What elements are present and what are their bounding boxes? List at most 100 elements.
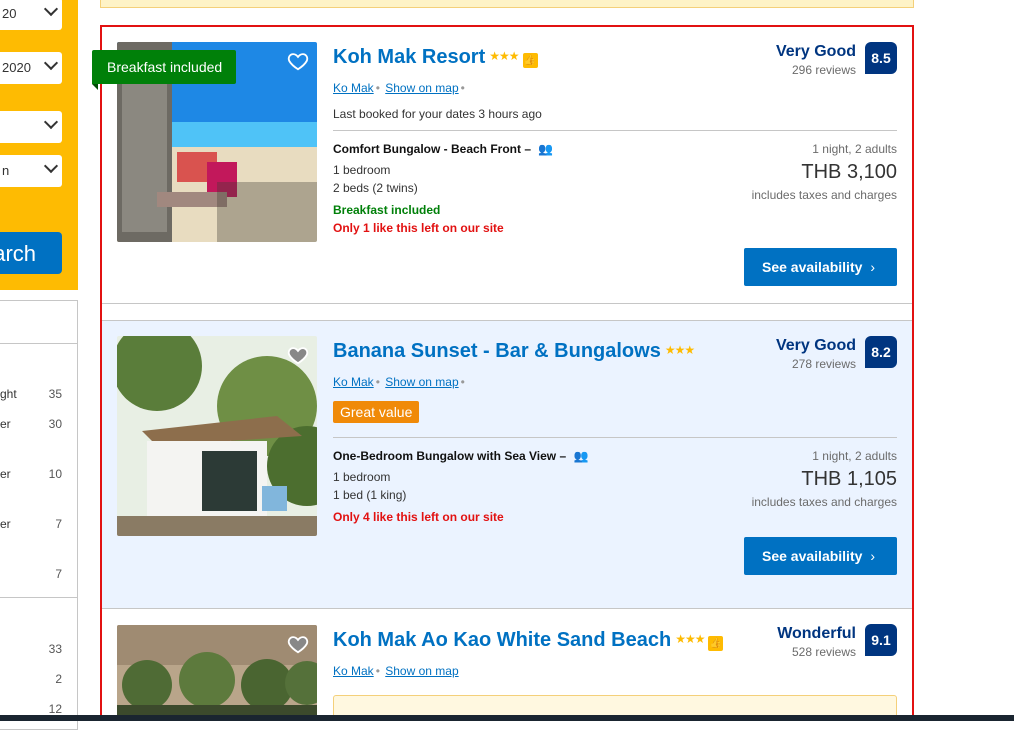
see-availability-label: See availability bbox=[762, 548, 863, 564]
dash: – bbox=[524, 142, 535, 156]
review-score-badge[interactable]: 8.2 bbox=[865, 336, 897, 368]
rooms-select[interactable]: n bbox=[0, 155, 62, 187]
filter-panel: ght 35 er 30 er 10 er 7 7 33 2 12 bbox=[0, 300, 78, 730]
taskbar-edge bbox=[0, 715, 1014, 721]
chevron-right-icon: › bbox=[870, 548, 875, 564]
search-panel: 20 2020 n arch bbox=[0, 0, 78, 290]
property-name: Banana Sunset - Bar & Bungalows bbox=[333, 340, 661, 362]
price: THB 3,100 bbox=[801, 161, 897, 183]
great-value-badge: Great value bbox=[333, 401, 420, 423]
dash: – bbox=[559, 449, 570, 463]
review-count: 528 reviews bbox=[791, 645, 856, 659]
location-link[interactable]: Ko Mak bbox=[333, 664, 374, 678]
filter-option-label: er bbox=[0, 517, 11, 531]
star-rating: ★★★ bbox=[489, 49, 519, 63]
review-score-badge[interactable]: 8.5 bbox=[865, 42, 897, 74]
location-link[interactable]: Ko Mak bbox=[333, 81, 374, 95]
show-on-map-link[interactable]: Show on map bbox=[385, 664, 458, 678]
filter-divider bbox=[0, 343, 77, 344]
show-on-map-link[interactable]: Show on map bbox=[385, 81, 458, 95]
chevron-down-icon bbox=[43, 1, 59, 17]
filter-option-count: 7 bbox=[55, 517, 62, 531]
property-name-link[interactable]: Koh Mak Resort ★★★ 👍 bbox=[333, 46, 538, 69]
room-detail: 2 beds (2 twins) bbox=[333, 181, 418, 195]
filter-option-count: 7 bbox=[55, 567, 62, 581]
property-card: Koh Mak Ao Kao White Sand Beach ★★★ 👍 Ko M… bbox=[102, 609, 912, 719]
property-photo[interactable] bbox=[117, 336, 317, 536]
filter-option-count: 2 bbox=[55, 672, 62, 686]
info-banner bbox=[100, 0, 914, 8]
card-divider bbox=[333, 130, 897, 131]
see-availability-button[interactable]: See availability › bbox=[744, 537, 897, 575]
two-person-icon: 👥 bbox=[573, 449, 589, 463]
star-rating: ★★★ bbox=[675, 632, 705, 646]
show-on-map-link[interactable]: Show on map bbox=[385, 375, 458, 389]
two-person-icon: 👥 bbox=[538, 142, 554, 156]
checkin-day-value: 20 bbox=[2, 6, 17, 21]
checkin-month-select[interactable]: 2020 bbox=[0, 52, 62, 84]
dot-separator: • bbox=[460, 81, 465, 95]
scarcity-text: Only 1 like this left on our site bbox=[333, 221, 504, 235]
property-card: Banana Sunset - Bar & Bungalows ★★★ Ko Ma… bbox=[102, 321, 912, 609]
chevron-down-icon bbox=[43, 55, 59, 71]
card-divider bbox=[333, 437, 897, 438]
thumbs-up-icon: 👍 bbox=[708, 636, 724, 651]
filter-option-label: er bbox=[0, 467, 11, 481]
room-name-text: Comfort Bungalow - Beach Front bbox=[333, 142, 521, 156]
checkin-day-select[interactable]: 20 bbox=[0, 0, 62, 30]
stay-details: 1 night, 2 adults bbox=[812, 449, 897, 463]
heart-icon[interactable] bbox=[287, 50, 309, 72]
filter-option-count: 30 bbox=[48, 417, 62, 431]
price: THB 1,105 bbox=[801, 468, 897, 490]
room-detail: 1 bed (1 king) bbox=[333, 488, 407, 502]
room-name: Comfort Bungalow - Beach Front – 👥 bbox=[333, 142, 553, 156]
location-line: Ko Mak • Show on map • bbox=[333, 81, 467, 95]
location-link[interactable]: Ko Mak bbox=[333, 375, 374, 389]
taxes-note: includes taxes and charges bbox=[751, 495, 897, 509]
breakfast-included-text: Breakfast included bbox=[333, 203, 441, 217]
review-count: 296 reviews bbox=[791, 63, 856, 77]
location-line: Ko Mak • Show on map bbox=[333, 664, 459, 678]
filter-option-count: 33 bbox=[48, 642, 62, 656]
room-detail: 1 bedroom bbox=[333, 163, 391, 177]
dot-separator: • bbox=[460, 375, 465, 389]
see-availability-label: See availability bbox=[762, 259, 863, 275]
review-score-badge[interactable]: 9.1 bbox=[865, 624, 897, 656]
breakfast-ribbon: Breakfast included bbox=[92, 50, 236, 90]
filter-option-count: 12 bbox=[48, 702, 62, 716]
card-gap bbox=[102, 304, 912, 321]
dot-separator: • bbox=[375, 664, 380, 678]
search-button[interactable]: arch bbox=[0, 232, 62, 274]
property-name: Koh Mak Ao Kao White Sand Beach bbox=[333, 629, 672, 651]
chevron-right-icon: › bbox=[870, 259, 875, 275]
location-line: Ko Mak • Show on map • bbox=[333, 375, 467, 389]
heart-icon[interactable] bbox=[287, 344, 309, 366]
property-photo[interactable] bbox=[117, 625, 317, 719]
chevron-down-icon bbox=[43, 114, 59, 130]
room-name-text: One-Bedroom Bungalow with Sea View bbox=[333, 449, 557, 463]
guests-select[interactable] bbox=[0, 111, 62, 143]
review-count: 278 reviews bbox=[791, 357, 856, 371]
scarcity-text: Only 4 like this left on our site bbox=[333, 510, 504, 524]
taxes-note: includes taxes and charges bbox=[751, 188, 897, 202]
results-list: Koh Mak Resort ★★★ 👍 Ko Mak • Show on map • … bbox=[100, 25, 914, 721]
filter-divider bbox=[0, 597, 77, 598]
stay-details: 1 night, 2 adults bbox=[812, 142, 897, 156]
rooms-value: n bbox=[2, 163, 10, 178]
heart-icon[interactable] bbox=[287, 633, 309, 655]
see-availability-button[interactable]: See availability › bbox=[744, 248, 897, 286]
property-name-link[interactable]: Koh Mak Ao Kao White Sand Beach ★★★ 👍 bbox=[333, 629, 724, 652]
checkin-month-value: 2020 bbox=[2, 60, 31, 75]
thumbs-up-icon: 👍 bbox=[522, 53, 538, 68]
property-name-link[interactable]: Banana Sunset - Bar & Bungalows ★★★ bbox=[333, 340, 695, 363]
chevron-down-icon bbox=[43, 158, 59, 174]
search-button-label: arch bbox=[0, 241, 36, 266]
bungalow-photo-image bbox=[117, 336, 317, 536]
dot-separator: • bbox=[375, 375, 380, 389]
filter-option-label: ght bbox=[0, 387, 17, 401]
review-score-word: Very Good bbox=[775, 43, 856, 60]
review-score-word: Very Good bbox=[775, 337, 856, 354]
filter-option-label: er bbox=[0, 417, 11, 431]
filter-option-count: 35 bbox=[48, 387, 62, 401]
dot-separator: • bbox=[375, 81, 380, 95]
